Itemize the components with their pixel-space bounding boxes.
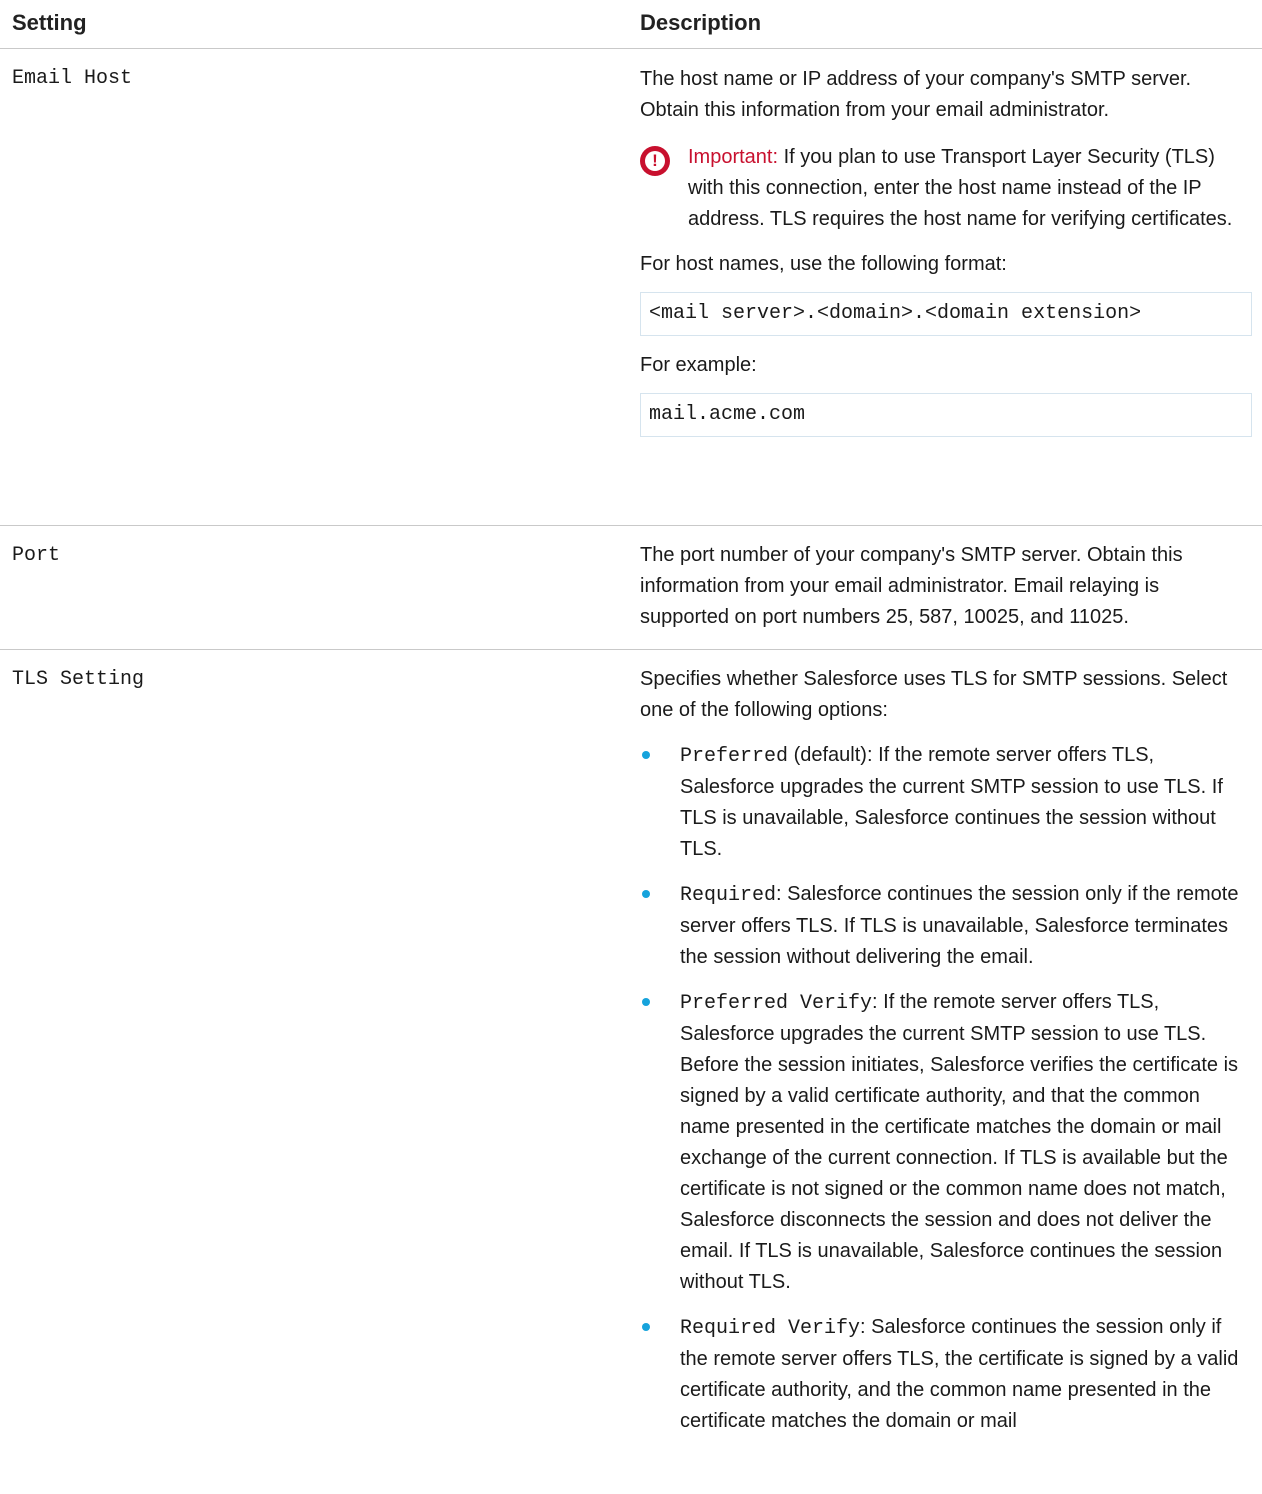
table-header: Setting Description [0,0,1262,49]
list-item: Preferred (default): If the remote serve… [640,740,1252,865]
bullet-icon [642,890,650,898]
header-description: Description [640,10,762,35]
option-text: : If the remote server offers TLS, Sales… [680,991,1239,1293]
example-intro: For example: [640,354,757,376]
tls-options-list: Preferred (default): If the remote serve… [640,740,1252,1437]
format-code-block: <mail server>.<domain>.<domain extension… [640,292,1252,336]
header-setting: Setting [12,10,87,35]
list-item: Required Verify: Salesforce continues th… [640,1312,1252,1437]
description-text: Specifies whether Salesforce uses TLS fo… [640,668,1228,721]
bullet-icon [642,751,650,759]
important-note: ! Important: If you plan to use Transpor… [640,142,1252,235]
option-code: Required [680,884,777,907]
settings-table: Setting Description Email Host The host … [0,0,1262,1494]
option-code: Preferred Verify [680,992,873,1015]
bullet-icon [642,998,650,1006]
list-item: Required: Salesforce continues the sessi… [640,879,1252,973]
list-item: Preferred Verify: If the remote server o… [640,987,1252,1298]
setting-port: Port [12,544,61,567]
description-text: The host name or IP address of your comp… [640,68,1192,121]
table-row-port: Port The port number of your company's S… [0,526,1262,650]
exclamation-circle-icon: ! [640,146,670,176]
important-label: Important: [688,146,779,168]
description-port: The port number of your company's SMTP s… [640,540,1252,633]
description-text: The port number of your company's SMTP s… [640,544,1183,628]
example-code-block: mail.acme.com [640,393,1252,437]
option-code: Required Verify [680,1317,861,1340]
table-row-email-host: Email Host The host name or IP address o… [0,49,1262,526]
option-code: Preferred [680,745,789,768]
format-intro: For host names, use the following format… [640,253,1007,275]
setting-tls: TLS Setting [12,668,145,691]
description-tls: Specifies whether Salesforce uses TLS fo… [640,664,1252,1451]
description-email-host: The host name or IP address of your comp… [640,64,1252,437]
setting-email-host: Email Host [12,67,133,90]
table-row-tls-setting: TLS Setting Specifies whether Salesforce… [0,650,1262,1494]
bullet-icon [642,1323,650,1331]
